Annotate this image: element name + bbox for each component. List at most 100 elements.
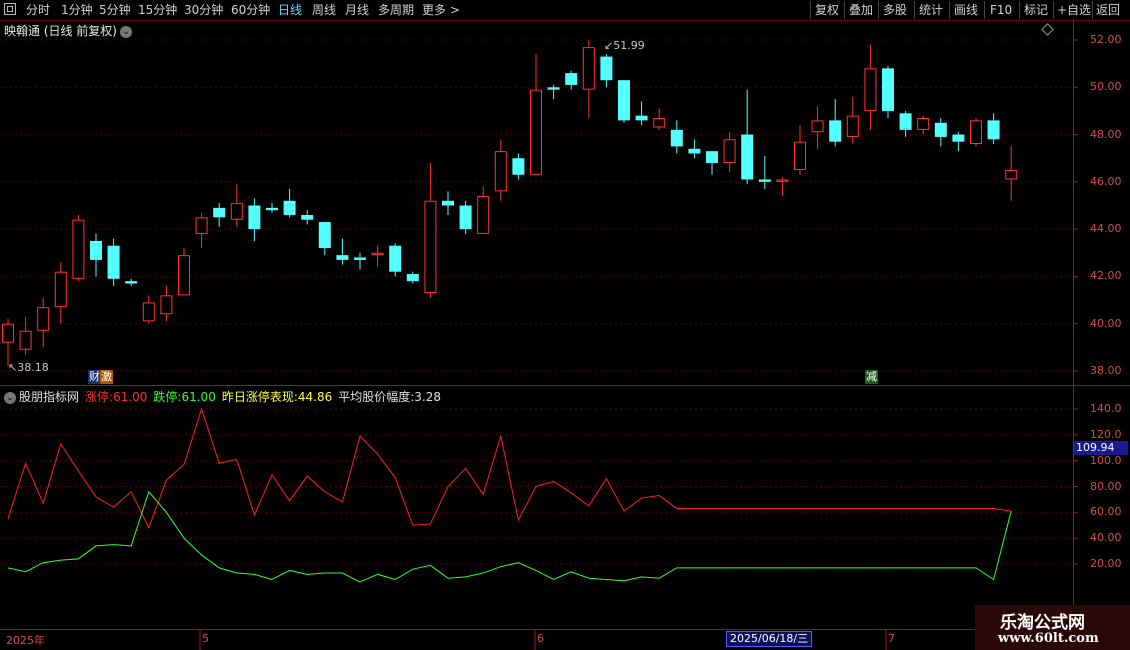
- candle-body-up: [530, 89, 542, 175]
- indicator-tick-label: 100.0: [1090, 453, 1122, 467]
- price-tick-label: 48.00: [1090, 127, 1122, 141]
- candle-body-up: [776, 179, 789, 182]
- candle-body-down: [459, 205, 472, 230]
- candle-body-up: [846, 115, 859, 137]
- candle-body-up: [230, 203, 243, 220]
- candle-body-down: [283, 200, 296, 215]
- candle-body-down: [618, 80, 630, 121]
- candle-body-down: [336, 255, 349, 260]
- candle-body-up: [794, 141, 806, 171]
- indicator-tick-label: 60.00: [1090, 505, 1122, 519]
- low-value: 38.18: [17, 361, 49, 374]
- candle-body-up: [723, 139, 736, 163]
- green-indicator-line: [7, 490, 1012, 583]
- candle-body-down: [107, 245, 120, 279]
- candle-body-down: [318, 222, 331, 249]
- selected-date-tag: 2025/06/18/三: [726, 631, 813, 647]
- candle-body-down: [635, 115, 648, 121]
- candle-body-up: [371, 252, 384, 256]
- low-price-label: ↖38.18: [8, 361, 49, 374]
- price-tick-label: 44.00: [1090, 222, 1122, 236]
- x-label-year: 2025年: [6, 634, 45, 647]
- price-tick-label: 38.00: [1090, 364, 1122, 377]
- indicator-name: 股朋指标网: [19, 390, 80, 404]
- candle-body-up: [54, 271, 67, 308]
- candle-body-up: [195, 217, 208, 234]
- chevron-down-icon[interactable]: ⌄: [120, 25, 132, 38]
- candle-body-down: [934, 122, 947, 137]
- stock-name: 映翰通 (日线 前复权): [4, 24, 117, 38]
- price-tick-label: 46.00: [1090, 174, 1122, 188]
- candle-body-down: [125, 281, 138, 284]
- indicator-tick-label: 120.0: [1090, 427, 1122, 441]
- x-label-june: 6: [537, 632, 544, 645]
- avg-label: 平均股价幅度:: [338, 390, 415, 404]
- price-tick-label: 42.00: [1090, 269, 1122, 283]
- candle-body-up: [72, 219, 85, 279]
- indicator-tick-label: 140.0: [1090, 402, 1122, 415]
- candle-body-down: [758, 179, 771, 182]
- candle-body-down: [688, 148, 701, 154]
- candle-body-down: [741, 134, 754, 180]
- price-tick-label: 52.00: [1090, 33, 1122, 46]
- candle-body-down: [952, 134, 965, 142]
- candle-body-up: [160, 295, 173, 315]
- candle-body-up: [970, 120, 982, 145]
- high-value: 51.99: [613, 39, 645, 52]
- candle-body-down: [301, 214, 314, 220]
- indicator-tick-label: 80.00: [1090, 479, 1122, 493]
- indicator-tick-label: 40.00: [1090, 531, 1122, 545]
- candle-body-down: [547, 87, 560, 90]
- candle-body-up: [864, 68, 877, 111]
- candle-body-up: [2, 323, 14, 343]
- candle-body-down: [442, 200, 454, 206]
- candle-body-down: [829, 120, 842, 142]
- candle-body-up: [917, 118, 930, 130]
- candle-body-up: [424, 200, 437, 293]
- candle-body-down: [987, 120, 1000, 140]
- indicator-current-tag: 109.94: [1074, 441, 1128, 455]
- dt-label: 跌停:: [153, 390, 182, 404]
- dt-value: 61.00: [181, 390, 216, 404]
- candle-body-up: [142, 302, 155, 322]
- candle-body-down: [600, 56, 613, 81]
- candle-body-up: [494, 151, 507, 192]
- price-tick-label: 50.00: [1090, 80, 1122, 94]
- kline-chart[interactable]: [0, 0, 1130, 650]
- candle-body-up: [1005, 170, 1018, 180]
- candle-body-down: [882, 68, 894, 111]
- chevron-down-icon[interactable]: ⌄: [4, 391, 16, 404]
- candle-body-down: [389, 245, 402, 272]
- reduce-marker[interactable]: 减: [865, 370, 878, 384]
- candle-body-down: [565, 73, 578, 85]
- red-indicator-line: [7, 407, 1012, 530]
- watermark-url: www.60lt.com: [998, 631, 1099, 646]
- candle-body-up: [582, 47, 595, 90]
- high-price-label: ↙51.99: [604, 39, 645, 52]
- price-tick-label: 40.00: [1090, 316, 1122, 330]
- candle-body-down: [266, 207, 278, 211]
- candle-body-up: [37, 307, 50, 331]
- candle-body-down: [406, 274, 419, 282]
- stock-title: 映翰通 (日线 前复权) ⌄: [4, 22, 132, 39]
- zt-value: 61.00: [113, 390, 148, 404]
- candle-body-down: [670, 129, 683, 147]
- candle-body-up: [477, 196, 490, 234]
- candle-body-down: [90, 240, 102, 260]
- yzt-value: 44.86: [297, 390, 333, 404]
- candle-body-up: [653, 118, 666, 128]
- avg-value: 3.28: [414, 390, 441, 404]
- candle-body-down: [899, 113, 912, 130]
- incentive-marker[interactable]: 激: [100, 370, 113, 384]
- candle-body-up: [178, 255, 190, 296]
- candle-body-up: [811, 120, 824, 133]
- candle-body-down: [354, 257, 366, 260]
- candle-body-up: [19, 330, 32, 350]
- watermark-title: 乐淘公式网: [1000, 613, 1085, 633]
- x-label-july: 7: [888, 632, 895, 645]
- indicator-tick-label: 20.00: [1090, 557, 1122, 570]
- candle-body-down: [213, 207, 226, 218]
- zt-label: 涨停:: [85, 390, 114, 404]
- candle-body-down: [512, 158, 525, 175]
- indicator-title: ⌄ 股朋指标网 涨停:61.00 跌停:61.00 昨日涨停表现:44.86 平均股价幅度…: [4, 388, 447, 405]
